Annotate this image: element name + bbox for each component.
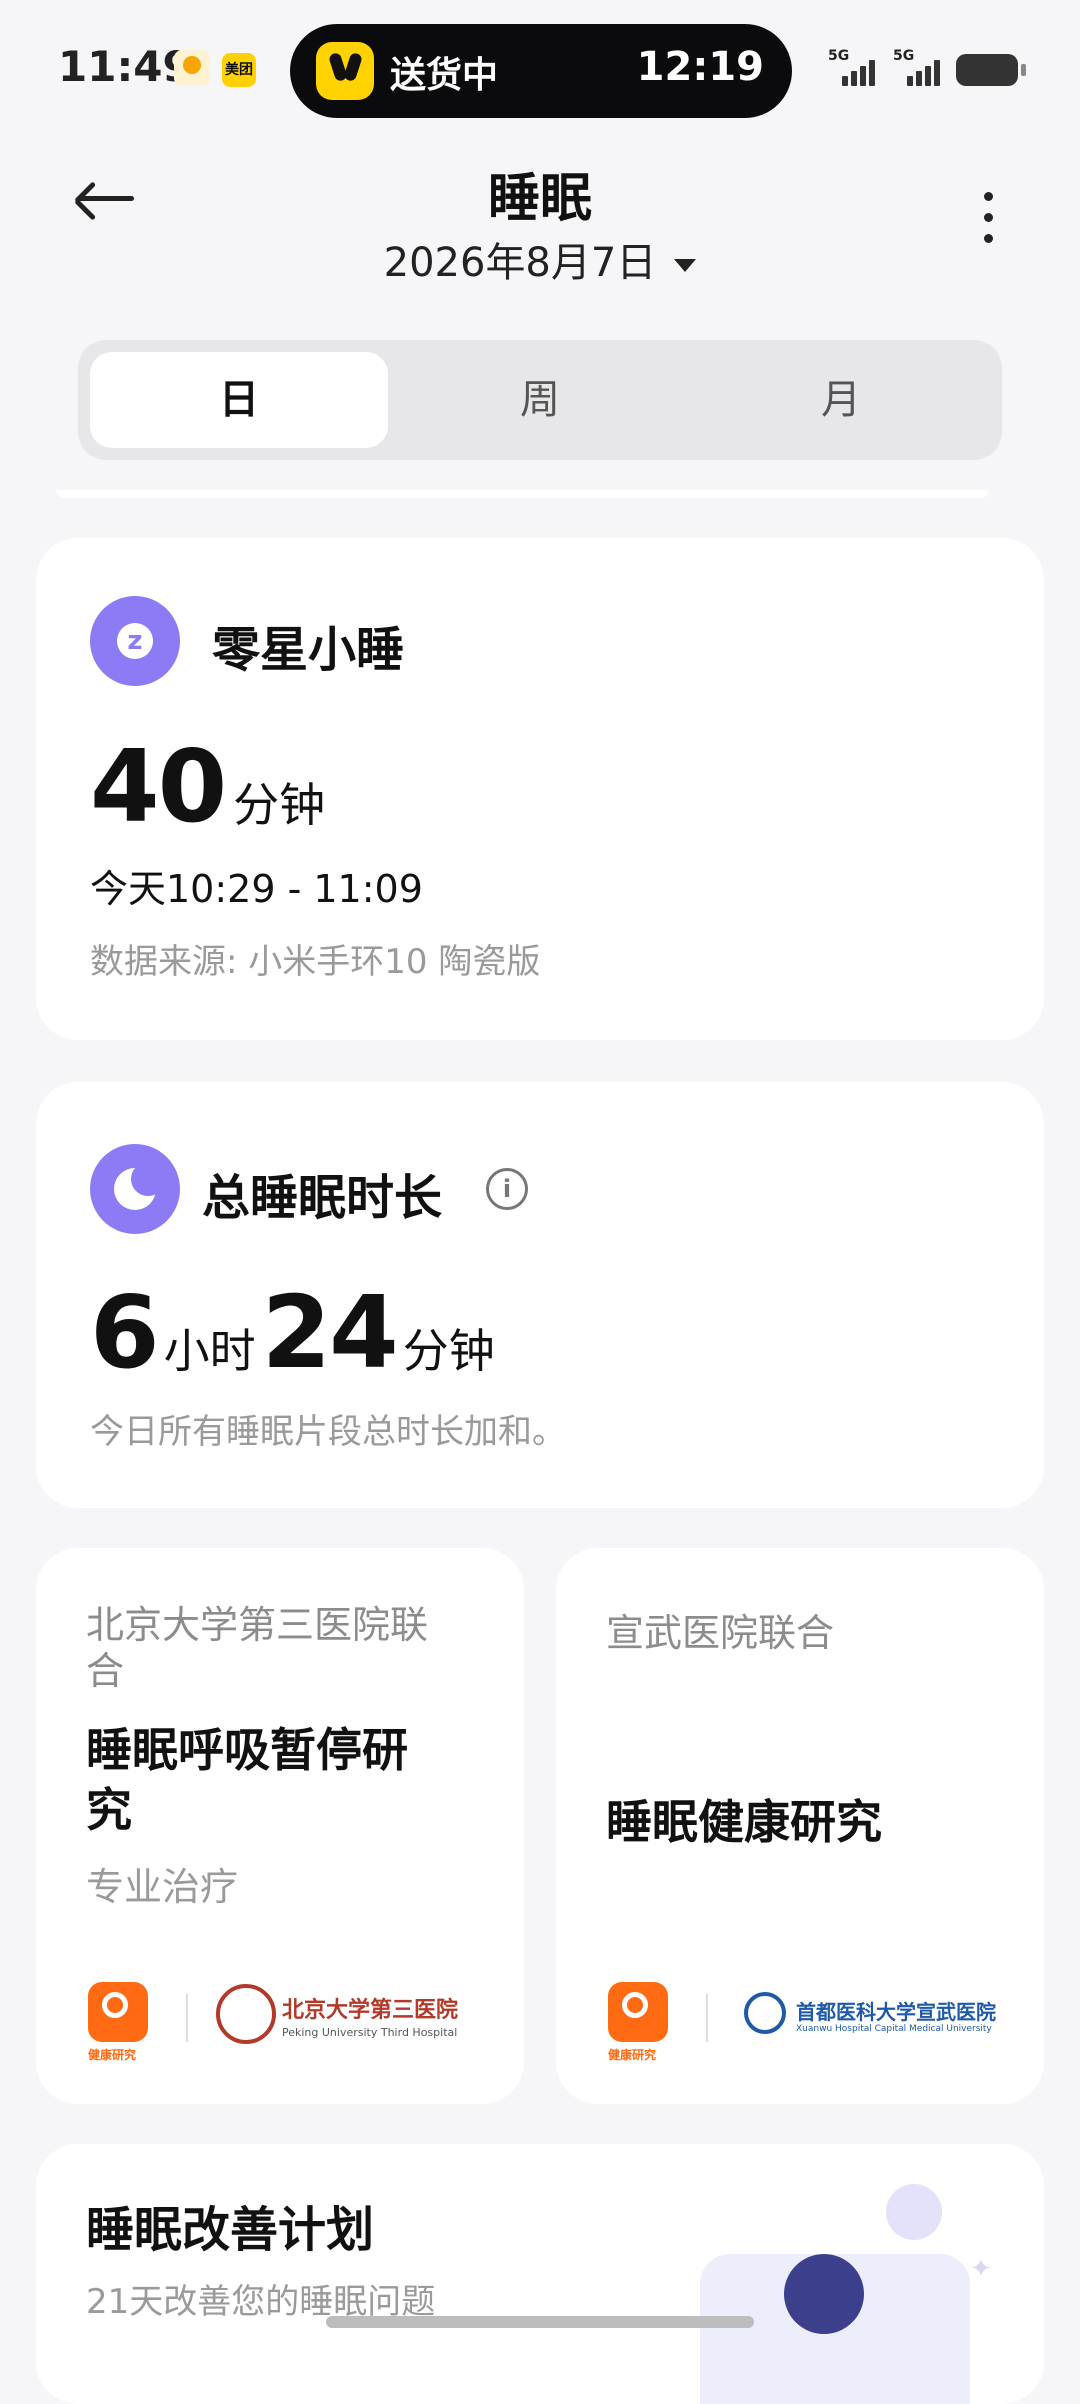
study-card-apnea[interactable]: 北京大学第三医院联 合 睡眠呼吸暂停研 究 专业治疗 健康研究 北京大学第三医院… (36, 1548, 524, 2104)
nap-duration: 40 分钟 (90, 728, 325, 845)
total-sleep-card[interactable]: 总睡眠时长 i 6 小时24 分钟 今日所有睡眠片段总时长加和。 (36, 1082, 1044, 1508)
total-hours-unit: 小时 (163, 1324, 256, 1378)
delivery-status-text: 送货中 (390, 55, 499, 96)
tab-month[interactable]: 月 (692, 352, 990, 448)
moon-icon (90, 1144, 180, 1234)
signal-2-icon: 5G (893, 48, 945, 90)
study-partner: 北京大学第三医院联 合 (86, 1603, 429, 1693)
delivery-logo-icon (316, 42, 374, 100)
total-sleep-note: 今日所有睡眠片段总时长加和。 (90, 1412, 566, 1452)
info-icon[interactable]: i (486, 1168, 528, 1210)
page-title: 睡眠 (487, 169, 592, 229)
status-time: 11:49 (58, 42, 192, 91)
nap-time-range: 今天10:29 - 11:09 (90, 867, 423, 911)
dynamic-island-delivery[interactable]: 送货中 12:19 (290, 24, 792, 118)
home-indicator[interactable] (326, 2316, 754, 2328)
nap-icon: z (90, 596, 180, 686)
health-research-logo-icon (608, 1982, 668, 2042)
hospital-name-en: Peking University Third Hospital (282, 2026, 458, 2039)
period-tabs: 日 周 月 (78, 340, 1002, 460)
hospital-name-cn: 北京大学第三医院 (282, 1998, 459, 2023)
moon-decoration-icon (886, 2184, 942, 2240)
sleep-plan-card[interactable]: 睡眠改善计划 21天改善您的睡眠问题 ✦ (36, 2144, 1044, 2404)
caret-down-icon (674, 258, 697, 272)
delivery-eta: 12:19 (636, 44, 764, 90)
status-bar: 11:49 美团 送货中 12:19 5G 5G (0, 0, 1080, 140)
health-research-logo-icon (88, 1982, 148, 2042)
nap-title: 零星小睡 (212, 622, 405, 678)
star-decoration-icon: ✦ (970, 2254, 992, 2284)
study-title: 睡眠呼吸暂停研 究 (86, 1723, 408, 1837)
hospital-name-en: Xuanwu Hospital Capital Medical Universi… (796, 2024, 992, 2034)
battery-icon (956, 54, 1026, 86)
plan-title: 睡眠改善计划 (86, 2202, 375, 2258)
health-research-badge: 健康研究 (608, 2048, 657, 2062)
total-sleep-duration: 6 小时24 分钟 (90, 1274, 495, 1391)
notification-app-icon (174, 50, 210, 86)
sleeper-illustration-icon (784, 2254, 864, 2334)
study-title: 睡眠健康研究 (606, 1795, 882, 1849)
total-sleep-title: 总睡眠时长 (202, 1170, 443, 1226)
tab-week[interactable]: 周 (391, 352, 689, 448)
study-card-sleep-health[interactable]: 宣武医院联合 睡眠健康研究 健康研究 首都医科大学宣武医院 Xuanwu Hos… (556, 1548, 1044, 2104)
meituan-app-icon: 美团 (222, 53, 256, 87)
nap-minutes-unit: 分钟 (233, 778, 326, 832)
total-minutes-unit: 分钟 (402, 1324, 495, 1378)
date-label: 2026年8月7日 (383, 240, 657, 286)
nap-data-source: 数据来源: 小米手环10 陶瓷版 (90, 942, 541, 982)
study-partner: 宣武医院联合 (606, 1611, 835, 1655)
signal-1-icon: 5G (828, 48, 880, 90)
nap-card[interactable]: z 零星小睡 40 分钟 今天10:29 - 11:09 数据来源: 小米手环10… (36, 538, 1044, 1040)
study-subtitle: 专业治疗 (86, 1865, 239, 1909)
total-hours-value: 6 (90, 1274, 160, 1391)
hospital-seal-icon (216, 1984, 276, 2044)
more-options-icon[interactable] (980, 192, 996, 244)
nap-minutes-value: 40 (90, 728, 227, 845)
total-minutes-value: 24 (261, 1274, 399, 1391)
tab-day[interactable]: 日 (90, 352, 388, 448)
hospital-name-cn: 首都医科大学宣武医院 (796, 2000, 996, 2024)
scroll-edge (56, 490, 988, 498)
health-research-badge: 健康研究 (88, 2048, 137, 2062)
hospital-seal-icon (744, 1992, 786, 2034)
date-selector[interactable]: 2026年8月7日 (0, 230, 1080, 288)
